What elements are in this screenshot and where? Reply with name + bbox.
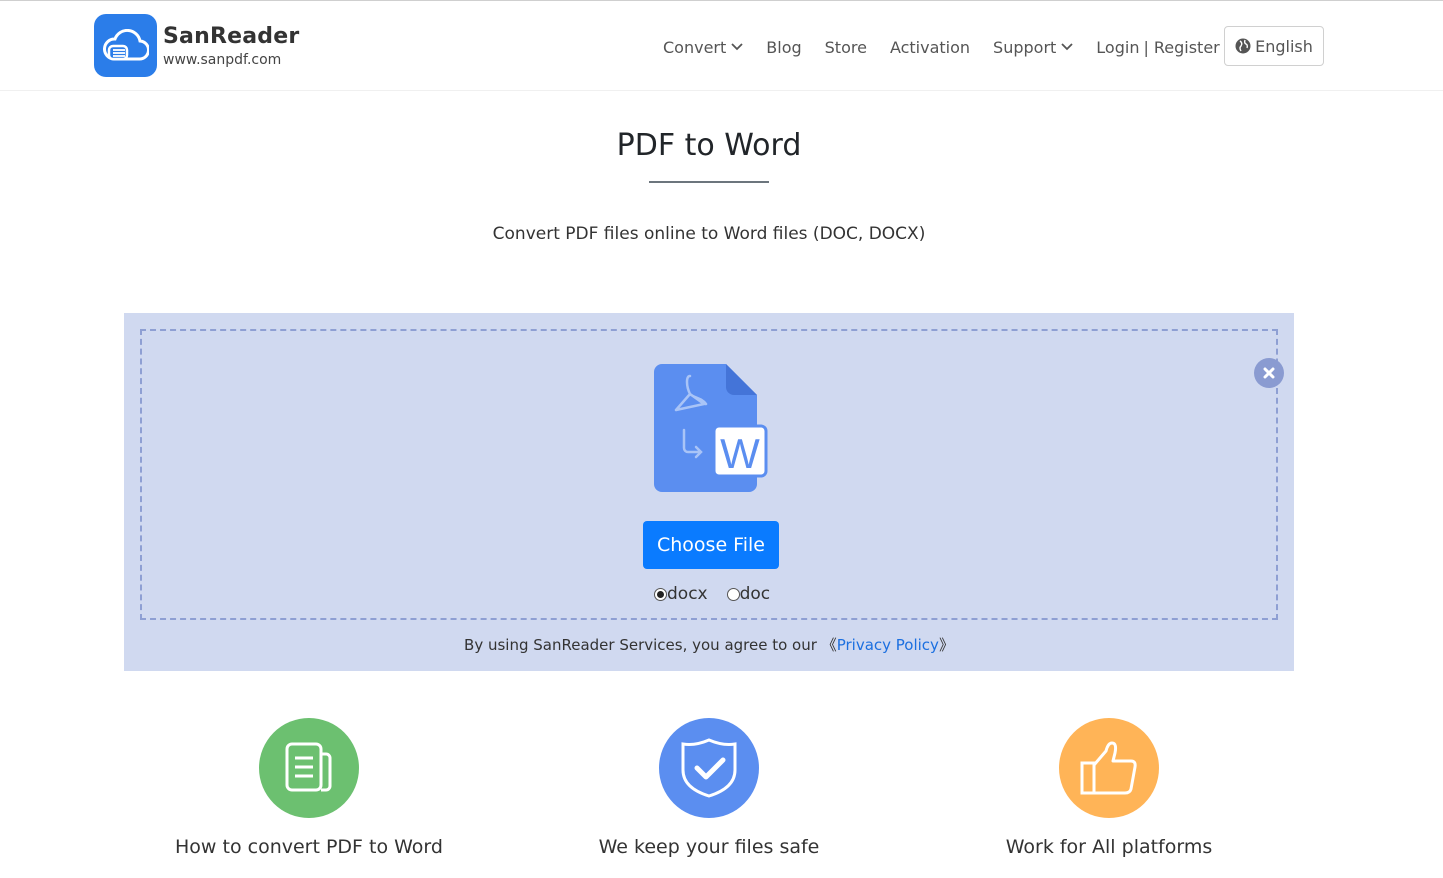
globe-icon (1235, 38, 1251, 54)
feature-label: We keep your files safe (598, 836, 820, 858)
thumbs-up-icon (1059, 718, 1159, 818)
privacy-policy-link[interactable]: Privacy Policy (837, 636, 939, 654)
nav-activation-label: Activation (889, 37, 971, 57)
title-divider (649, 181, 769, 183)
nav-support[interactable]: Support (993, 38, 1073, 57)
feature-label: How to convert PDF to Word (175, 836, 443, 858)
brand-name: SanReader (163, 23, 300, 49)
chevron-down-icon (1061, 43, 1073, 51)
agreement-text: By using SanReader Services, you agree t… (464, 636, 822, 654)
radio-docx[interactable] (654, 587, 667, 601)
brand-logo[interactable]: SanReader www.sanpdf.com (94, 14, 299, 77)
auth-links: Login | Register (1096, 38, 1219, 57)
shield-check-icon (659, 718, 759, 818)
file-dropzone[interactable]: W Choose File docx doc (140, 329, 1284, 620)
auth-separator: | (1143, 37, 1149, 57)
nav-store-label: Store (824, 37, 867, 57)
page-subtitle: Convert PDF files online to Word files (… (492, 224, 926, 244)
brand-url: www.sanpdf.com (163, 51, 282, 68)
feature-safe[interactable]: We keep your files safe (529, 718, 889, 858)
main-nav: Convert Blog Store Activation Support Lo… (663, 26, 1324, 68)
bracket-open: 《 (821, 636, 837, 654)
nav-blog-label: Blog (766, 37, 802, 57)
format-option-docx[interactable]: docx (654, 584, 708, 604)
login-link[interactable]: Login (1096, 38, 1139, 57)
nav-convert[interactable]: Convert (663, 38, 743, 57)
format-option-doc[interactable]: doc (726, 584, 771, 604)
upload-panel: W Choose File docx doc By using SanReade… (124, 313, 1294, 671)
language-button[interactable]: English (1224, 26, 1324, 66)
format-docx-label: docx (667, 584, 708, 604)
document-icon (259, 718, 359, 818)
format-selector: docx doc (654, 584, 789, 604)
nav-activation[interactable]: Activation (890, 38, 970, 57)
close-button[interactable] (1254, 358, 1284, 388)
radio-doc[interactable] (726, 587, 740, 601)
cloud-book-icon (94, 14, 157, 77)
nav-blog[interactable]: Blog (766, 38, 801, 57)
feature-platforms[interactable]: Work for All platforms (929, 718, 1289, 858)
privacy-agreement: By using SanReader Services, you agree t… (124, 634, 1294, 655)
bracket-close: 》 (938, 636, 954, 654)
feature-how-to[interactable]: How to convert PDF to Word (129, 718, 489, 858)
nav-store[interactable]: Store (825, 38, 867, 57)
chevron-down-icon (731, 43, 743, 51)
page-title: PDF to Word (616, 128, 802, 163)
close-icon (1263, 367, 1275, 379)
feature-label: Work for All platforms (1005, 836, 1213, 858)
register-link[interactable]: Register (1154, 38, 1220, 57)
nav-convert-label: Convert (663, 37, 727, 57)
language-label: English (1255, 36, 1313, 56)
site-header: SanReader www.sanpdf.com Convert Blog St… (0, 1, 1443, 91)
format-doc-label: doc (739, 584, 771, 604)
nav-support-label: Support (993, 37, 1057, 57)
word-letter: W (720, 430, 760, 477)
choose-file-button[interactable]: Choose File (643, 521, 779, 569)
pdf-to-word-icon: W (654, 364, 769, 498)
